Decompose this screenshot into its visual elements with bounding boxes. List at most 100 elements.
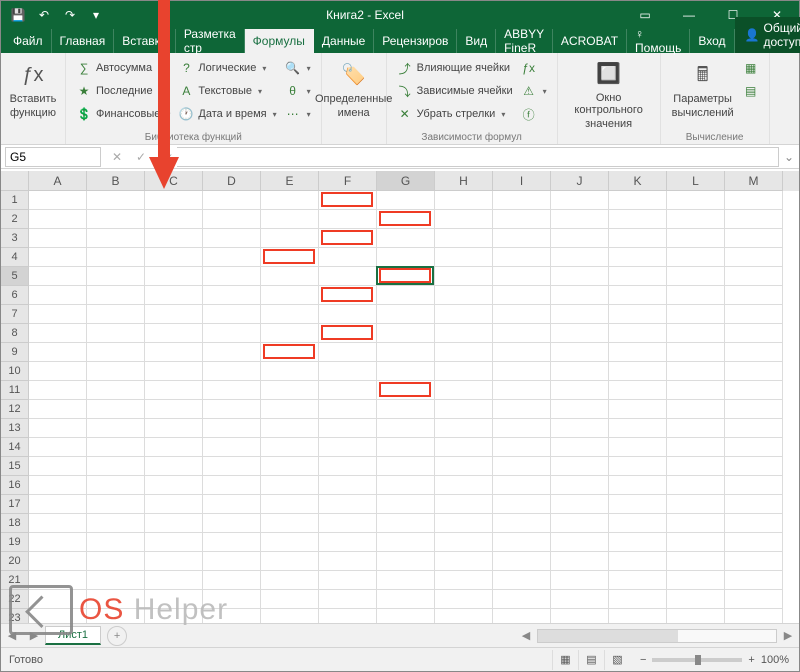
redo-icon[interactable]: ↷	[59, 4, 81, 26]
cell[interactable]	[29, 533, 87, 552]
row-header[interactable]: 16	[1, 476, 29, 495]
cell[interactable]	[667, 400, 725, 419]
cell[interactable]	[87, 210, 145, 229]
cell[interactable]	[725, 419, 783, 438]
cell[interactable]	[377, 609, 435, 623]
cell[interactable]	[319, 438, 377, 457]
cell[interactable]	[667, 590, 725, 609]
cell[interactable]	[261, 267, 319, 286]
cell[interactable]	[319, 571, 377, 590]
row-header[interactable]: 20	[1, 552, 29, 571]
cell[interactable]	[493, 286, 551, 305]
cell[interactable]	[551, 400, 609, 419]
cell[interactable]	[377, 514, 435, 533]
row-header[interactable]: 8	[1, 324, 29, 343]
cell[interactable]	[319, 343, 377, 362]
cell[interactable]	[493, 381, 551, 400]
cell[interactable]	[319, 267, 377, 286]
zoom-label[interactable]: 100%	[761, 654, 789, 666]
cell[interactable]	[493, 362, 551, 381]
cell[interactable]	[377, 362, 435, 381]
cell[interactable]	[87, 305, 145, 324]
cell[interactable]	[551, 286, 609, 305]
cell[interactable]	[609, 229, 667, 248]
autosum-button[interactable]: ∑Автосумма	[72, 57, 174, 79]
expand-formula-icon[interactable]: ⌄	[779, 150, 799, 164]
cell[interactable]	[435, 305, 493, 324]
cell[interactable]	[725, 571, 783, 590]
cell[interactable]	[203, 571, 261, 590]
cell[interactable]	[145, 248, 203, 267]
cell[interactable]	[725, 267, 783, 286]
tab-data[interactable]: Данные	[314, 29, 374, 53]
cell[interactable]	[29, 305, 87, 324]
cell[interactable]	[493, 571, 551, 590]
row-header[interactable]: 5	[1, 267, 29, 286]
page-break-icon[interactable]: ▧	[604, 650, 630, 670]
cell[interactable]	[203, 476, 261, 495]
cell[interactable]	[377, 476, 435, 495]
cell[interactable]	[609, 191, 667, 210]
cell[interactable]	[609, 571, 667, 590]
row-header[interactable]: 7	[1, 305, 29, 324]
cell[interactable]	[377, 324, 435, 343]
cell[interactable]	[261, 533, 319, 552]
cell[interactable]	[145, 495, 203, 514]
cell[interactable]	[609, 457, 667, 476]
cell[interactable]	[493, 609, 551, 623]
cell[interactable]	[551, 191, 609, 210]
cell[interactable]	[667, 495, 725, 514]
cell[interactable]	[551, 571, 609, 590]
ribbon-options-icon[interactable]: ▭	[623, 1, 667, 29]
cell[interactable]	[551, 362, 609, 381]
minimize-button[interactable]: —	[667, 1, 711, 29]
cell[interactable]	[145, 609, 203, 623]
cell[interactable]	[493, 419, 551, 438]
cell[interactable]	[29, 286, 87, 305]
cell[interactable]	[609, 286, 667, 305]
cell[interactable]	[203, 362, 261, 381]
cell[interactable]	[319, 229, 377, 248]
cell[interactable]	[377, 286, 435, 305]
cell[interactable]	[725, 305, 783, 324]
cell[interactable]	[203, 419, 261, 438]
cell[interactable]	[435, 343, 493, 362]
sheet-tab[interactable]: Лист1	[45, 626, 101, 645]
cell[interactable]	[435, 267, 493, 286]
row-header[interactable]: 13	[1, 419, 29, 438]
cell[interactable]	[203, 305, 261, 324]
cell[interactable]	[261, 400, 319, 419]
cell[interactable]	[551, 495, 609, 514]
cell[interactable]	[725, 191, 783, 210]
cell[interactable]	[29, 590, 87, 609]
cell[interactable]	[493, 476, 551, 495]
col-header[interactable]: A	[29, 171, 87, 191]
cell[interactable]	[551, 514, 609, 533]
calc-sheet-button[interactable]: ▤	[739, 80, 763, 102]
cell[interactable]	[493, 514, 551, 533]
cell[interactable]	[319, 514, 377, 533]
cell[interactable]	[377, 229, 435, 248]
cell[interactable]	[29, 514, 87, 533]
cell[interactable]	[725, 343, 783, 362]
cell[interactable]	[551, 324, 609, 343]
undo-icon[interactable]: ↶	[33, 4, 55, 26]
cell[interactable]	[667, 305, 725, 324]
cell[interactable]	[667, 362, 725, 381]
tab-file[interactable]: Файл	[5, 29, 52, 53]
cell[interactable]	[319, 248, 377, 267]
cell[interactable]	[609, 400, 667, 419]
cell[interactable]	[493, 210, 551, 229]
cell[interactable]	[725, 495, 783, 514]
cell[interactable]	[493, 457, 551, 476]
sheet-nav-next-icon[interactable]: ▶	[23, 629, 45, 642]
cell[interactable]	[435, 400, 493, 419]
cell[interactable]	[29, 438, 87, 457]
cell[interactable]	[203, 229, 261, 248]
cell[interactable]	[551, 476, 609, 495]
zoom-thumb[interactable]	[695, 655, 701, 665]
cell[interactable]	[87, 476, 145, 495]
cell[interactable]	[87, 514, 145, 533]
more-button[interactable]: ⋯	[281, 103, 315, 125]
cell[interactable]	[377, 457, 435, 476]
